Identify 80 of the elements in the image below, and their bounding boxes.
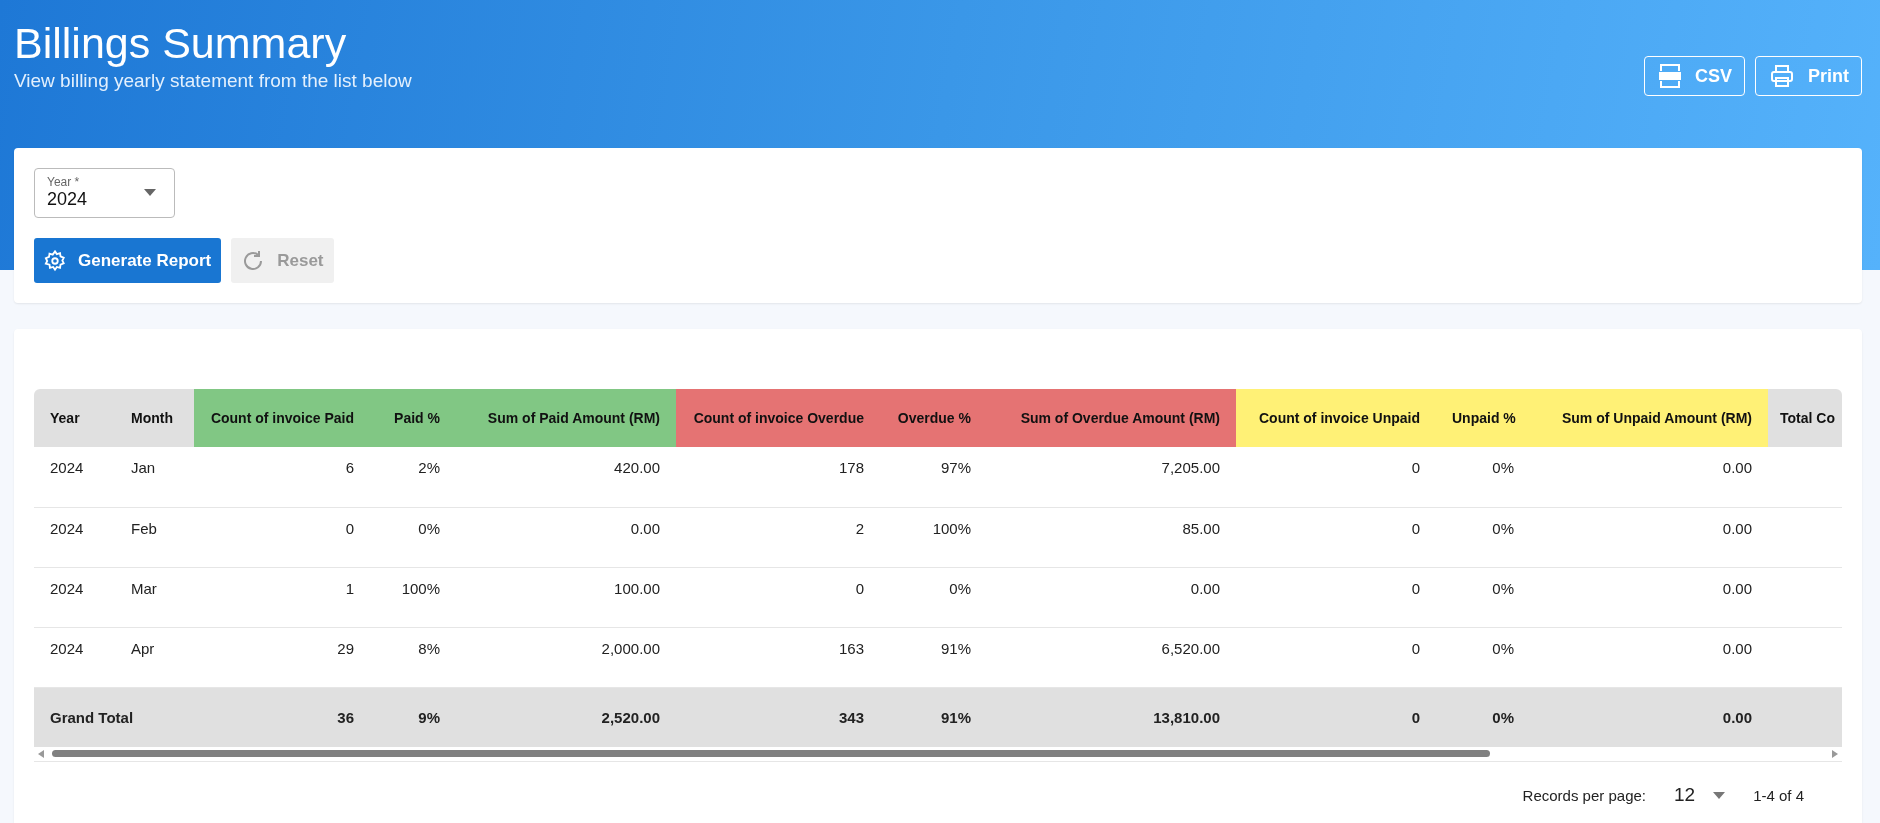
column-header: Paid % <box>370 389 456 447</box>
table-cell: Feb <box>115 507 194 567</box>
column-header: Month <box>115 389 194 447</box>
page-range: 1-4 of 4 <box>1753 786 1804 804</box>
settings-icon <box>44 249 66 272</box>
table-cell: 0% <box>1436 567 1530 627</box>
table-cell: 0 <box>1236 507 1436 567</box>
total-cell: 2,520.00 <box>456 687 676 747</box>
table-cell: 0 <box>1236 627 1436 687</box>
column-header: Overdue % <box>880 389 987 447</box>
table-cell: 2024 <box>34 507 115 567</box>
column-header: Sum of Paid Amount (RM) <box>456 389 676 447</box>
table-cell: 7,205.00 <box>987 447 1236 507</box>
table-cell: 100% <box>370 567 456 627</box>
table-cell: 178 <box>676 447 880 507</box>
table-cell: 97% <box>880 447 987 507</box>
grand-total-label: Grand Total <box>34 687 194 747</box>
page-subtitle: View billing yearly statement from the list below <box>14 70 412 92</box>
table-cell: 0.00 <box>1530 507 1768 567</box>
total-cell: 343 <box>676 687 880 747</box>
printer-icon <box>1770 64 1794 88</box>
generate-button[interactable]: Generate Report <box>34 238 222 283</box>
table-cell: 100.00 <box>456 567 676 627</box>
column-header: Sum of Overdue Amount (RM) <box>987 389 1236 447</box>
table-cell: 2 <box>676 507 880 567</box>
document-icon <box>1658 63 1681 89</box>
page-title: Billings Summary <box>14 18 348 68</box>
table-cell: Mar <box>115 567 194 627</box>
table-cell: 1 <box>194 567 370 627</box>
table-cell: Jan <box>115 447 194 507</box>
total-cell: 13,810.00 <box>987 687 1236 747</box>
table-cell: 0% <box>370 507 456 567</box>
total-cell: 0 <box>1236 687 1436 747</box>
table-cell: 2% <box>370 447 456 507</box>
table-cell: 6 <box>194 447 370 507</box>
table-cell: 2024 <box>34 567 115 627</box>
column-header: Count of invoice Overdue <box>676 389 880 447</box>
table-cell: 2,000.00 <box>456 627 676 687</box>
total-cell: 0.00 <box>1530 687 1768 747</box>
table-cell: 0 <box>1236 447 1436 507</box>
table-cell: 0 <box>1236 567 1436 627</box>
table-cell: 0.00 <box>1530 567 1768 627</box>
total-cell: 0% <box>1436 687 1530 747</box>
column-header: Count of invoice Paid <box>194 389 370 447</box>
table-cell: 2024 <box>34 447 115 507</box>
table-cell: Apr <box>115 627 194 687</box>
table-cell: 8% <box>370 627 456 687</box>
column-header: Total Co <box>1768 389 1842 447</box>
table-cell: 0.00 <box>987 567 1236 627</box>
records-per-page-label: Records per page: <box>1522 786 1646 804</box>
table-cell: 29 <box>194 627 370 687</box>
table-cell: 0.00 <box>1530 627 1768 687</box>
table-cell: 2024 <box>34 627 115 687</box>
table-cell: 0% <box>1436 507 1530 567</box>
table-cell: 100% <box>880 507 987 567</box>
table-cell: 0.00 <box>456 507 676 567</box>
year-select[interactable]: Year * 2024 <box>34 168 175 218</box>
total-cell: 91% <box>880 687 987 747</box>
table-cell: 0 <box>676 567 880 627</box>
dropdown-caret-icon <box>1713 791 1726 799</box>
table-cell: 0.00 <box>1530 447 1768 507</box>
table-cell: 163 <box>676 627 880 687</box>
print-button[interactable]: Print <box>1755 56 1862 96</box>
column-header: Count of invoice Unpaid <box>1236 389 1436 447</box>
column-header: Sum of Unpaid Amount (RM) <box>1530 389 1768 447</box>
table-cell: 0 <box>194 507 370 567</box>
table-cell: 85.00 <box>987 507 1236 567</box>
total-cell: 36 <box>194 687 370 747</box>
table-cell: 420.00 <box>456 447 676 507</box>
csv-button[interactable]: CSV <box>1643 56 1745 96</box>
dropdown-caret-icon <box>144 189 156 196</box>
table-cell: 6,520.00 <box>987 627 1236 687</box>
per-page-select[interactable]: 12 <box>1674 784 1726 806</box>
column-header: Year <box>34 389 115 447</box>
table-cell: 0% <box>1436 627 1530 687</box>
table-cell: 0% <box>880 567 987 627</box>
total-cell: 9% <box>370 687 456 747</box>
table-cell: 0% <box>1436 447 1530 507</box>
table-cell: 91% <box>880 627 987 687</box>
column-header: Unpaid % <box>1436 389 1530 447</box>
